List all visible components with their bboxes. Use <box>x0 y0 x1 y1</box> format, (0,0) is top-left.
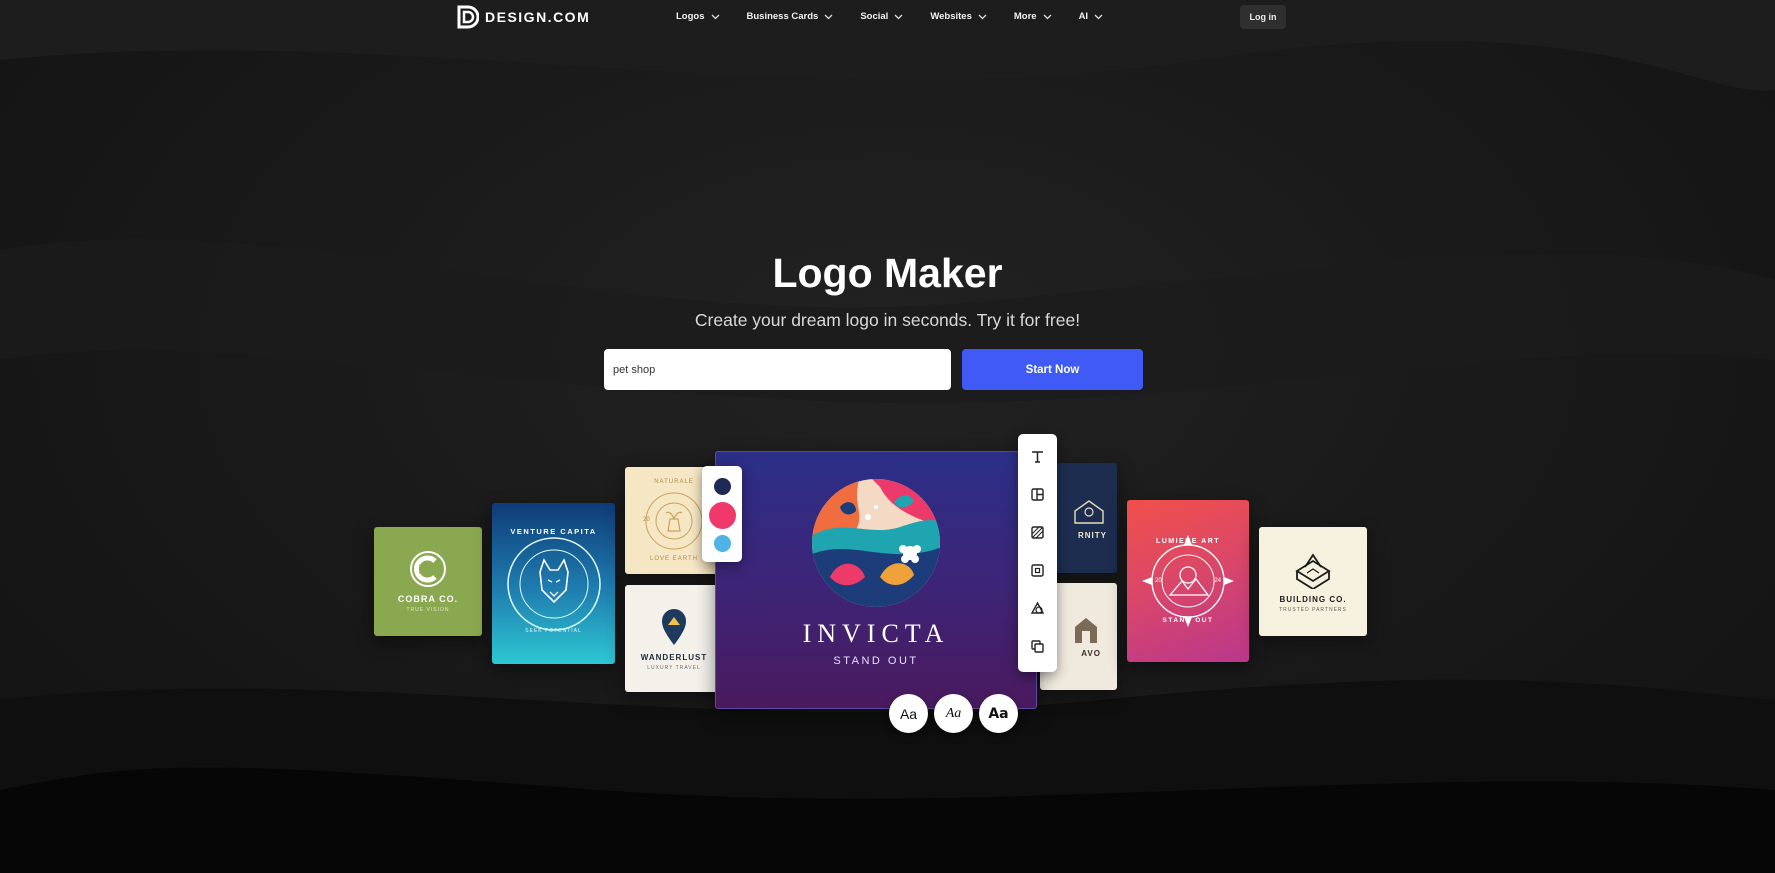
sun-mountain-emblem-icon <box>1142 535 1234 627</box>
brand-logo[interactable]: DESIGN.COM <box>457 5 590 29</box>
login-button[interactable]: Log in <box>1240 5 1286 29</box>
chevron-down-icon <box>824 14 833 19</box>
background-tool-button[interactable] <box>1027 522 1048 543</box>
color-swatch-panel <box>702 466 742 562</box>
font-sample-italic-button[interactable]: Aa <box>934 694 973 733</box>
color-swatch-pink[interactable] <box>709 502 736 529</box>
brand-name: DESIGN.COM <box>485 9 591 25</box>
card-tagline: TRUE VISION <box>406 607 450 613</box>
nav-item-label: AI <box>1078 11 1089 22</box>
background-waves <box>0 0 1775 873</box>
card-tagline: SEEK POTENTIAL <box>525 628 582 634</box>
nav-item-label: Websites <box>930 11 972 22</box>
editor-toolbar <box>1018 434 1057 672</box>
logo-card-venture: VENTURE CAPITA SEEK POTENTIAL <box>492 503 615 664</box>
nav-item-logos[interactable]: Logos <box>676 11 720 22</box>
text-icon <box>1032 451 1043 463</box>
logo-card-cobra: COBRA CO. TRUE VISION <box>374 527 482 636</box>
cobra-c-icon <box>410 551 446 587</box>
card-title: INVICTA <box>802 619 950 648</box>
chevron-down-icon <box>1094 14 1103 19</box>
shape-icon <box>1030 601 1045 614</box>
card-tagline: LOVE EARTH <box>650 556 698 562</box>
logo-card-building: BUILDING CO. TRUSTED PARTNERS <box>1259 527 1367 636</box>
font-sample-bold-button[interactable]: Aa <box>979 694 1018 733</box>
background-icon <box>1031 526 1044 539</box>
card-title: AVO <box>1081 649 1101 658</box>
design-logo-icon <box>457 5 479 29</box>
layers-icon <box>1031 640 1044 653</box>
page: DESIGN.COM Logos Business Cards Social W… <box>0 0 1775 873</box>
card-title: COBRA CO. <box>397 594 459 604</box>
sprout-emblem-icon <box>645 492 703 549</box>
card-tagline: STAND OUT <box>833 655 919 667</box>
layers-tool-button[interactable] <box>1027 636 1048 657</box>
font-sample-sans-button[interactable]: Aa <box>889 694 928 733</box>
text-tool-button[interactable] <box>1027 446 1048 467</box>
chevron-down-icon <box>894 14 903 19</box>
card-title: BUILDING CO. <box>1279 594 1347 604</box>
top-navigation: DESIGN.COM Logos Business Cards Social W… <box>0 0 1775 34</box>
page-title: Logo Maker <box>772 250 1003 296</box>
nav-item-label: More <box>1013 11 1037 22</box>
nav-item-more[interactable]: More <box>1014 11 1052 22</box>
nav-item-label: Logos <box>676 11 705 22</box>
color-swatch-navy[interactable] <box>714 478 731 495</box>
nav-menu: Logos Business Cards Social Websites Mor… <box>676 11 1130 22</box>
nav-item-social[interactable]: Social <box>860 11 903 22</box>
logo-card-wanderlust: WANDERLUST LUXURY TRAVEL <box>625 585 723 692</box>
card-title: RNITY <box>1078 530 1107 540</box>
nav-item-label: Social <box>860 11 889 22</box>
card-year-left: 20 <box>1155 578 1162 584</box>
house-moon-icon <box>1074 499 1104 524</box>
frame-icon <box>1031 564 1044 577</box>
map-pin-icon <box>662 608 686 645</box>
card-tagline: LUXURY TRAVEL <box>647 664 701 671</box>
logo-card-lumiere: LUMIERE ART 20 24 STAND OUT <box>1127 500 1249 662</box>
card-ring-text: VENTURE CAPITA <box>510 527 597 536</box>
logo-card-invicta: INVICTA STAND OUT <box>715 451 1037 709</box>
chevron-down-icon <box>711 14 719 19</box>
chevron-down-icon <box>1043 14 1052 19</box>
building-silhouette-icon <box>1075 618 1097 643</box>
nav-item-websites[interactable]: Websites <box>930 11 987 22</box>
invicta-emblem-icon <box>812 479 940 607</box>
page-subtitle: Create your dream logo in seconds. Try i… <box>694 310 1081 330</box>
nav-item-label: Business Cards <box>746 11 819 22</box>
nav-item-business-cards[interactable]: Business Cards <box>747 11 834 22</box>
frame-tool-button[interactable] <box>1027 560 1048 581</box>
nav-item-ai[interactable]: AI <box>1079 11 1104 22</box>
search-input[interactable] <box>604 349 951 390</box>
card-year: 20 <box>643 517 650 523</box>
card-tagline: STAND OUT <box>1162 617 1214 624</box>
card-title: WANDERLUST <box>640 652 708 662</box>
card-tagline: TRUSTED PARTNERS <box>1279 606 1347 613</box>
layout-tool-button[interactable] <box>1027 484 1048 505</box>
start-now-button[interactable]: Start Now <box>962 349 1143 390</box>
shape-tool-button[interactable] <box>1027 598 1048 619</box>
card-ring-text: NATURALE <box>654 479 694 485</box>
color-swatch-blue[interactable] <box>714 535 731 552</box>
wolf-emblem-icon <box>506 536 601 631</box>
chevron-down-icon <box>978 14 987 19</box>
card-year-right: 24 <box>1214 578 1221 584</box>
house-isometric-icon <box>1295 552 1331 589</box>
layout-icon <box>1031 488 1044 501</box>
card-ring-text: LUMIERE ART <box>1155 538 1221 545</box>
